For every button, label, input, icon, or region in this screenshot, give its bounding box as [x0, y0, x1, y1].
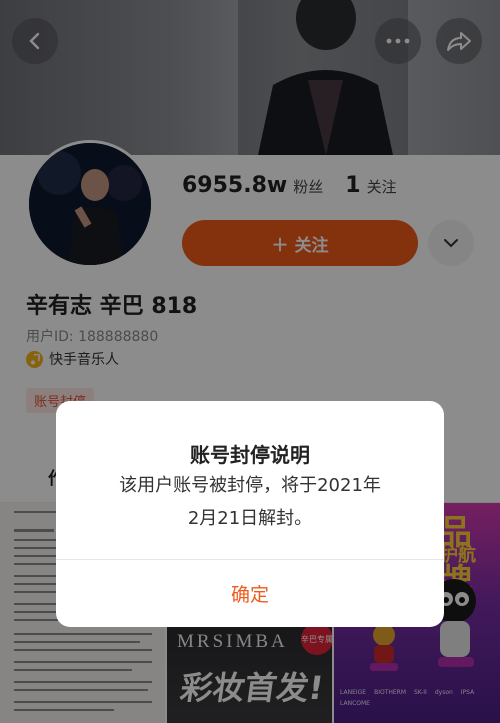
dialog-title: 账号封停说明 — [190, 443, 310, 467]
dialog-message-line: 2月21日解封。 — [187, 508, 313, 529]
ban-notice-dialog: 账号封停说明 该用户账号被封停，将于2021年 2月21日解封。 确定 — [56, 401, 444, 627]
dialog-message: 该用户账号被封停，将于2021年 2月21日解封。 — [84, 469, 416, 535]
dialog-message-line: 该用户账号被封停，将于2021年 — [119, 475, 381, 496]
confirm-button[interactable]: 确定 — [56, 560, 444, 627]
